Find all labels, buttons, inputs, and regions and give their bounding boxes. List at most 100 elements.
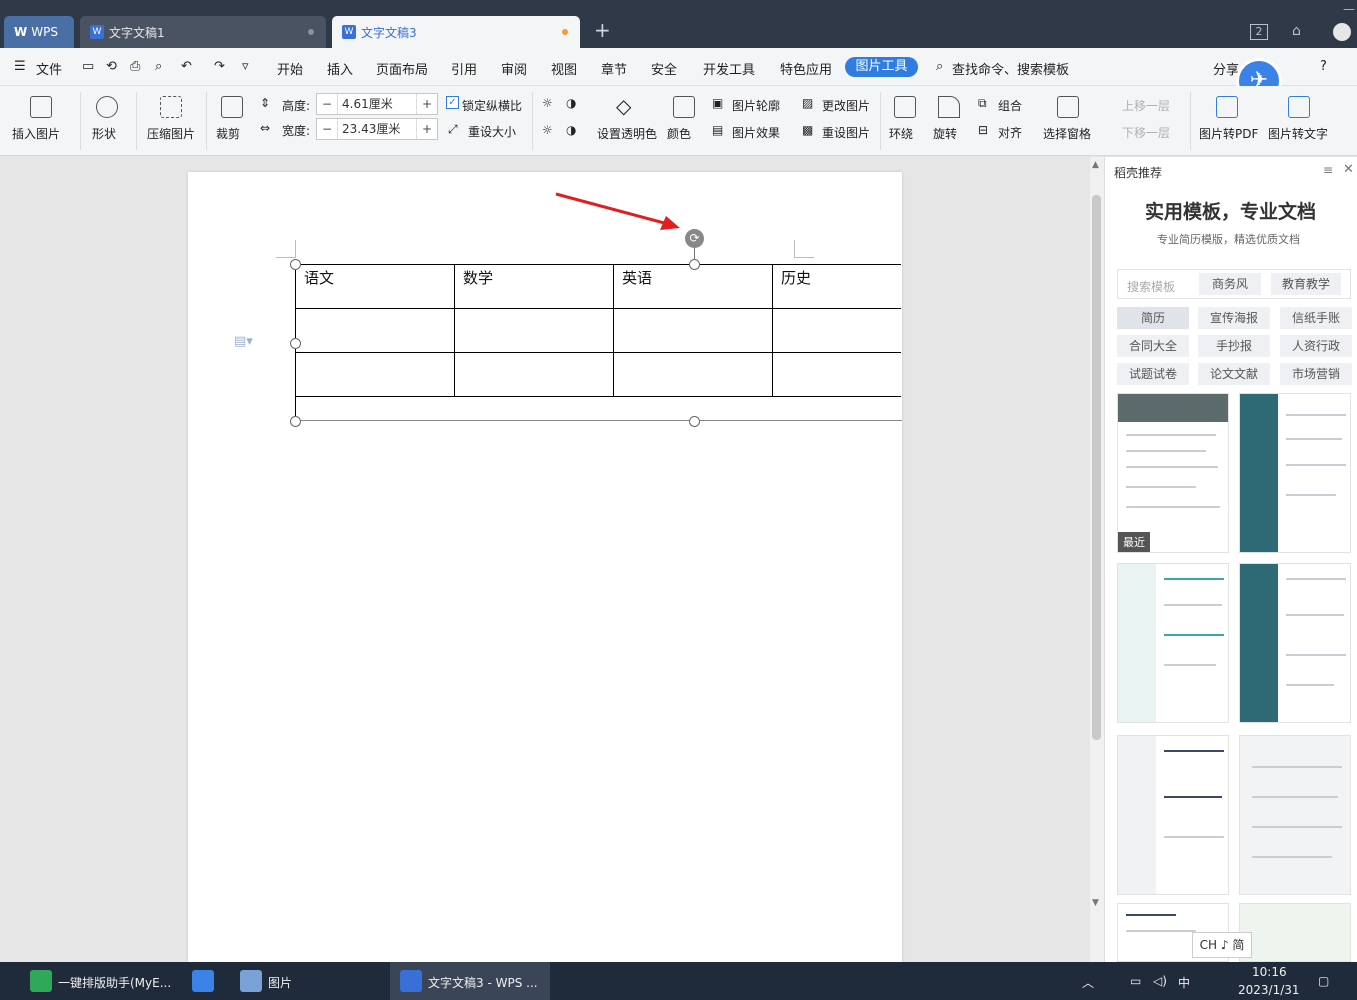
search-icon[interactable]: ⌕ — [936, 59, 943, 74]
template-thumbnail[interactable]: 最近 — [1117, 393, 1229, 553]
selected-table-image[interactable]: 语文 数学 英语 历史 — [295, 264, 901, 397]
menu-review[interactable]: 审阅 — [501, 59, 527, 78]
save-icon[interactable]: ▭ — [82, 59, 94, 74]
quick-tag[interactable]: 商务风 — [1199, 273, 1261, 295]
taskbar-item-wps[interactable]: 文字文稿3 - WPS ... — [428, 974, 538, 991]
table-cell[interactable] — [454, 308, 614, 353]
clock-time[interactable]: 10:16 — [1252, 965, 1287, 979]
preview-icon[interactable]: ⌕ — [155, 59, 162, 74]
table-cell[interactable] — [454, 352, 614, 397]
decrease-button[interactable]: − — [317, 122, 337, 136]
undo-icon[interactable]: ↶ — [181, 59, 192, 74]
volume-icon[interactable]: ◁) — [1153, 974, 1167, 988]
menu-file[interactable]: 文件 — [36, 59, 62, 78]
new-tab-button[interactable]: + — [594, 18, 611, 42]
wps-bird-app-icon[interactable] — [192, 970, 214, 992]
table-header-cell[interactable]: 英语 — [613, 264, 773, 309]
command-search[interactable]: 查找命令、搜索模板 — [952, 59, 1069, 78]
template-search-input[interactable]: 搜索模板 — [1127, 278, 1175, 295]
table-header-cell[interactable]: 语文 — [295, 264, 455, 309]
increase-button[interactable]: + — [417, 97, 437, 111]
picture-effects-button[interactable]: 图片效果 — [732, 124, 780, 141]
page-count-badge[interactable]: 2 — [1250, 24, 1268, 40]
taskbar-item-myeditor[interactable]: 一键排版助手(MyE... — [58, 974, 171, 991]
table-header-cell[interactable]: 历史 — [772, 264, 901, 309]
minimize-icon[interactable]: — — [1343, 2, 1355, 16]
category-hr[interactable]: 人资行政 — [1280, 335, 1352, 357]
increase-button[interactable]: + — [417, 122, 437, 136]
category-marketing[interactable]: 市场营销 — [1280, 363, 1352, 385]
hamburger-icon[interactable]: ☰ — [14, 59, 26, 74]
tab-document-1[interactable]: W 文字文稿1 — [80, 16, 326, 48]
scrollbar-thumb[interactable] — [1092, 195, 1101, 740]
show-hidden-icons[interactable]: ︿ — [1082, 974, 1094, 991]
table-cell[interactable] — [772, 308, 901, 353]
format-painter-icon[interactable]: ⟲ — [106, 59, 117, 74]
send-backward-button[interactable]: 下移一层 — [1122, 124, 1170, 141]
menu-start[interactable]: 开始 — [277, 59, 303, 78]
customize-icon[interactable]: ▿ — [242, 59, 249, 74]
template-thumbnail[interactable] — [1239, 735, 1351, 895]
brightness-up-icon[interactable]: ☼ — [542, 96, 553, 110]
notification-icon[interactable]: ▢ — [1318, 974, 1329, 988]
paragraph-options-icon[interactable]: ▤▾ — [234, 334, 253, 349]
help-button[interactable]: ? — [1320, 59, 1327, 74]
wps-writer-app-icon[interactable] — [400, 970, 422, 992]
menu-security[interactable]: 安全 — [651, 59, 677, 78]
category-letter[interactable]: 信纸手账 — [1280, 307, 1352, 329]
panel-title[interactable]: 稻壳推荐 — [1114, 164, 1162, 181]
template-thumbnail[interactable] — [1117, 735, 1229, 895]
menu-special[interactable]: 特色应用 — [780, 59, 832, 78]
category-handcopy[interactable]: 手抄报 — [1198, 335, 1270, 357]
table-header-cell[interactable]: 数学 — [454, 264, 614, 309]
table-cell[interactable] — [295, 308, 455, 353]
myeditor-app-icon[interactable] — [30, 970, 52, 992]
picture-app-icon[interactable] — [240, 970, 262, 992]
tab-document-3[interactable]: W 文字文稿3 — [332, 16, 580, 48]
redo-icon[interactable]: ↷ — [214, 59, 225, 74]
panel-menu-icon[interactable]: ≡ — [1323, 163, 1333, 177]
share-button[interactable]: 分享 — [1213, 59, 1239, 78]
resize-handle-bottom-middle[interactable] — [689, 416, 700, 427]
menu-insert[interactable]: 插入 — [327, 59, 353, 78]
category-contract[interactable]: 合同大全 — [1117, 335, 1189, 357]
change-picture-button[interactable]: 更改图片 — [822, 97, 870, 114]
network-icon[interactable]: ▭ — [1130, 974, 1141, 988]
clock-date[interactable]: 2023/1/31 — [1238, 983, 1300, 997]
category-poster[interactable]: 宣传海报 — [1198, 307, 1270, 329]
table-cell[interactable] — [772, 352, 901, 397]
category-paper[interactable]: 论文文献 — [1198, 363, 1270, 385]
template-thumbnail[interactable] — [1239, 393, 1351, 553]
contrast-up-icon[interactable]: ◑ — [566, 96, 576, 110]
quick-tag[interactable]: 教育教学 — [1271, 273, 1341, 295]
category-resume[interactable]: 简历 — [1117, 307, 1189, 329]
reset-picture-button[interactable]: 重设图片 — [822, 124, 870, 141]
brightness-down-icon[interactable]: ☼ — [542, 123, 553, 137]
shirt-icon[interactable]: ⌂ — [1292, 23, 1301, 39]
bring-forward-button[interactable]: 上移一层 — [1122, 97, 1170, 114]
input-method-indicator[interactable]: 中 — [1178, 974, 1190, 991]
resize-handle-middle-left[interactable] — [290, 338, 301, 349]
print-icon[interactable]: ⎙ — [130, 59, 140, 74]
scroll-up-icon[interactable]: ▲ — [1092, 160, 1099, 170]
menu-picture-tools[interactable]: 图片工具 — [845, 57, 918, 77]
category-exam[interactable]: 试题试卷 — [1117, 363, 1189, 385]
taskbar-item-pictures[interactable]: 图片 — [268, 974, 292, 991]
table-cell[interactable] — [295, 352, 455, 397]
picture-outline-button[interactable]: 图片轮廓 — [732, 97, 780, 114]
width-input[interactable]: 23.43厘米 — [337, 119, 417, 139]
resize-handle-bottom-left[interactable] — [290, 416, 301, 427]
menu-chapter[interactable]: 章节 — [601, 59, 627, 78]
lock-ratio-label[interactable]: 锁定纵横比 — [462, 97, 522, 114]
tab-wps[interactable]: W WPS — [4, 16, 74, 48]
resize-handle-top-left[interactable] — [290, 259, 301, 270]
decrease-button[interactable]: − — [317, 97, 337, 111]
width-stepper[interactable]: − 23.43厘米 + — [316, 118, 438, 140]
menu-developer[interactable]: 开发工具 — [703, 59, 755, 78]
height-stepper[interactable]: − 4.61厘米 + — [316, 93, 438, 115]
group-button[interactable]: 组合 — [998, 97, 1022, 114]
table-cell[interactable] — [613, 352, 773, 397]
template-thumbnail[interactable] — [1239, 563, 1351, 723]
reset-size-button[interactable]: 重设大小 — [468, 123, 516, 140]
lock-ratio-checkbox[interactable]: ✓ — [446, 96, 459, 109]
